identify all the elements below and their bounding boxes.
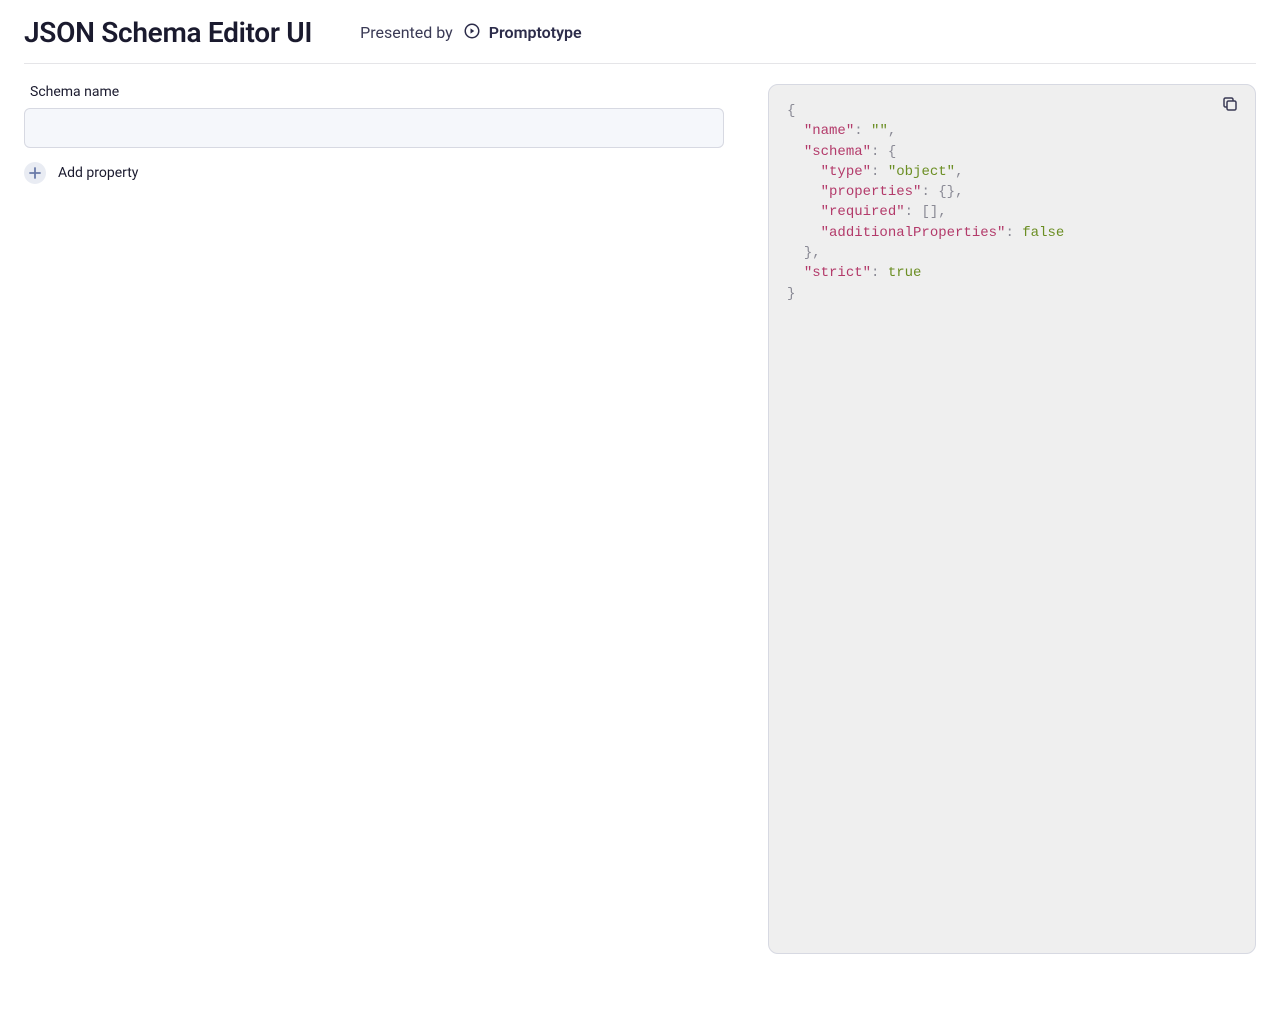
header: JSON Schema Editor UI Presented by Promp… <box>24 0 1256 64</box>
brand-link[interactable]: Promptotype <box>463 22 582 44</box>
schema-name-input[interactable] <box>24 108 724 148</box>
copy-icon <box>1221 95 1239 113</box>
add-property-label: Add property <box>58 165 138 181</box>
presented-by-label: Presented by <box>360 23 453 42</box>
presented-by: Presented by Promptotype <box>360 22 582 44</box>
play-circle-icon <box>463 22 481 44</box>
copy-button[interactable] <box>1221 95 1243 117</box>
editor-panel: Schema name Add property <box>24 84 744 954</box>
brand-name: Promptotype <box>489 23 582 42</box>
schema-name-label: Schema name <box>30 84 744 100</box>
add-property-button[interactable]: Add property <box>24 162 744 184</box>
page-title: JSON Schema Editor UI <box>24 16 312 49</box>
json-output: { "name": "", "schema": { "type": "objec… <box>787 101 1237 304</box>
code-preview-panel: { "name": "", "schema": { "type": "objec… <box>768 84 1256 954</box>
plus-icon <box>24 162 46 184</box>
